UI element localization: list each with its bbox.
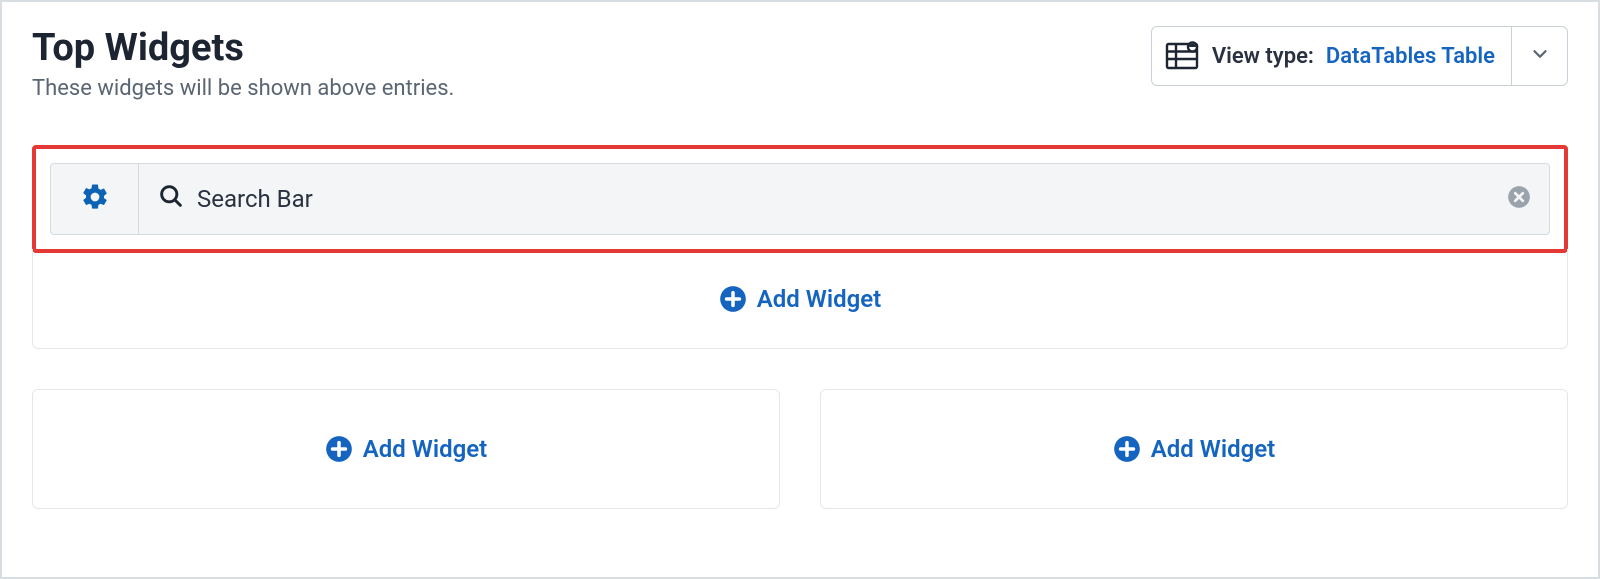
search-bar-widget[interactable]: Search Bar: [50, 163, 1550, 235]
search-icon: [157, 182, 185, 216]
add-widget-button-col-2[interactable]: Add Widget: [820, 389, 1568, 509]
close-icon: [1506, 184, 1532, 214]
gear-icon: [80, 182, 110, 216]
page-subtitle: These widgets will be shown above entrie…: [32, 76, 454, 101]
view-type-value: DataTables Table: [1326, 44, 1495, 69]
search-bar-widget-highlight: Search Bar: [32, 145, 1568, 253]
header-row: Top Widgets These widgets will be shown …: [32, 26, 1568, 101]
plus-circle-icon: [1113, 435, 1141, 463]
view-type-dropdown-toggle[interactable]: [1511, 27, 1567, 85]
add-widget-label: Add Widget: [757, 285, 881, 313]
view-type-selector[interactable]: View type: DataTables Table: [1151, 26, 1568, 86]
table-icon: [1164, 38, 1200, 74]
add-widget-button-col-1[interactable]: Add Widget: [32, 389, 780, 509]
plus-circle-icon: [719, 285, 747, 313]
widget-name: Search Bar: [197, 185, 313, 213]
plus-circle-icon: [325, 435, 353, 463]
add-widget-label: Add Widget: [1151, 435, 1275, 463]
page-title: Top Widgets: [32, 26, 454, 70]
view-type-main[interactable]: View type: DataTables Table: [1152, 27, 1511, 85]
top-widgets-panel: Top Widgets These widgets will be shown …: [0, 0, 1600, 579]
chevron-down-icon: [1529, 43, 1551, 69]
view-type-label: View type:: [1212, 44, 1314, 69]
widget-remove-button[interactable]: [1489, 164, 1549, 234]
add-widget-columns: Add Widget Add Widget: [32, 389, 1568, 509]
add-widget-label: Add Widget: [363, 435, 487, 463]
widget-body[interactable]: Search Bar: [139, 164, 1489, 234]
add-widget-button-top[interactable]: Add Widget: [32, 249, 1568, 349]
widget-settings-button[interactable]: [51, 164, 139, 234]
title-block: Top Widgets These widgets will be shown …: [32, 26, 454, 101]
